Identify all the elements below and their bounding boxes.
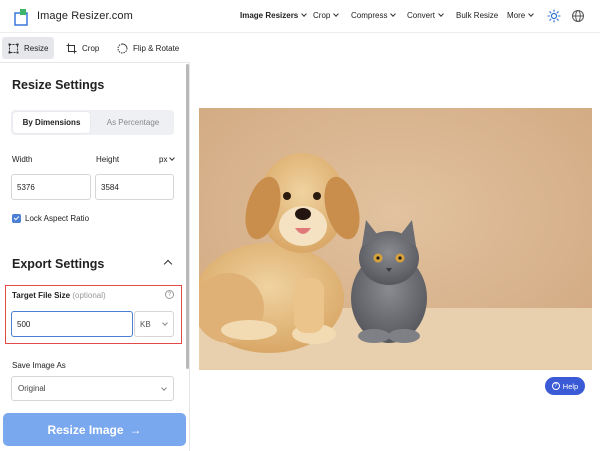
save-as-value: Original xyxy=(18,384,46,393)
crop-icon xyxy=(66,43,77,53)
help-label: Help xyxy=(562,381,579,391)
nav-label: Image Resizers xyxy=(240,11,299,20)
chevron-down-icon xyxy=(528,11,535,17)
resize-image-button[interactable]: Resize Image → xyxy=(3,413,186,446)
mode-by-dimensions[interactable]: By Dimensions xyxy=(13,112,90,133)
nav-label: More xyxy=(507,11,526,20)
chevron-down-icon xyxy=(333,11,340,17)
chevron-down-icon xyxy=(390,11,397,17)
info-icon[interactable]: ? xyxy=(165,290,174,299)
target-size-label: Target File Size (optional) xyxy=(12,291,106,300)
nav-crop[interactable]: Crop xyxy=(313,11,340,20)
arrow-right-icon: → xyxy=(129,422,142,437)
tab-crop[interactable]: Crop xyxy=(60,37,105,59)
nav-label: Bulk Resize xyxy=(456,11,499,20)
logo-icon[interactable] xyxy=(14,8,32,26)
tab-crop-label: Crop xyxy=(82,43,100,53)
target-unit-select[interactable]: KB xyxy=(134,311,174,337)
rotate-icon xyxy=(117,43,128,53)
optional-tag: (optional) xyxy=(72,291,106,300)
chevron-down-icon xyxy=(301,11,308,17)
nav-compress[interactable]: Compress xyxy=(351,11,397,20)
target-size-input[interactable]: 500 xyxy=(11,311,133,337)
tab-resize-label: Resize xyxy=(24,43,49,53)
tool-tabs: Resize Crop Flip & Rotate xyxy=(0,33,190,62)
resize-button-label: Resize Image xyxy=(47,422,124,437)
height-input[interactable]: 3584 xyxy=(95,174,174,200)
width-input[interactable]: 5376 xyxy=(11,174,91,200)
chevron-down-icon xyxy=(169,155,176,161)
question-icon: ? xyxy=(551,382,560,390)
save-as-label: Save Image As xyxy=(12,361,66,370)
logo-text[interactable]: Image Resizer.com xyxy=(37,10,133,22)
nav-label: Convert xyxy=(407,11,436,20)
nav-label: Crop xyxy=(313,11,331,20)
nav-label: Compress xyxy=(351,11,388,20)
lock-aspect-label[interactable]: Lock Aspect Ratio xyxy=(25,214,89,223)
globe-icon[interactable] xyxy=(571,9,585,23)
tab-resize[interactable]: Resize xyxy=(2,37,55,59)
image-preview xyxy=(199,108,592,370)
nav-image-resizers[interactable]: Image Resizers xyxy=(240,11,308,20)
nav-convert[interactable]: Convert xyxy=(407,11,444,20)
target-size-label-text: Target File Size xyxy=(12,291,71,300)
height-label: Height xyxy=(96,155,120,164)
chevron-down-icon xyxy=(438,11,444,17)
target-unit-label: KB xyxy=(140,319,151,329)
unit-label: px xyxy=(159,155,168,164)
help-button[interactable]: ? Help xyxy=(545,377,585,395)
width-label: Width xyxy=(12,155,33,164)
pet-photo xyxy=(199,108,592,370)
chevron-down-icon xyxy=(161,385,167,391)
chevron-down-icon xyxy=(162,320,168,326)
tab-flip-rotate-label: Flip & Rotate xyxy=(133,43,180,53)
export-settings-title: Export Settings xyxy=(12,257,105,271)
panel-scrollbar[interactable] xyxy=(186,64,189,369)
unit-select[interactable]: px xyxy=(159,155,176,164)
resize-icon xyxy=(8,43,19,53)
tab-flip-rotate[interactable]: Flip & Rotate xyxy=(111,37,185,59)
top-navbar: Image Resizer.com Image Resizers Crop Co… xyxy=(0,0,600,33)
save-as-select[interactable]: Original xyxy=(11,376,174,401)
nav-bulk-resize[interactable]: Bulk Resize xyxy=(456,11,498,20)
resize-settings-title: Resize Settings xyxy=(12,78,105,92)
mode-as-percentage[interactable]: As Percentage xyxy=(92,112,174,133)
sun-icon[interactable] xyxy=(547,9,561,23)
lock-aspect-checkbox[interactable] xyxy=(12,214,21,223)
nav-more[interactable]: More xyxy=(507,11,535,20)
